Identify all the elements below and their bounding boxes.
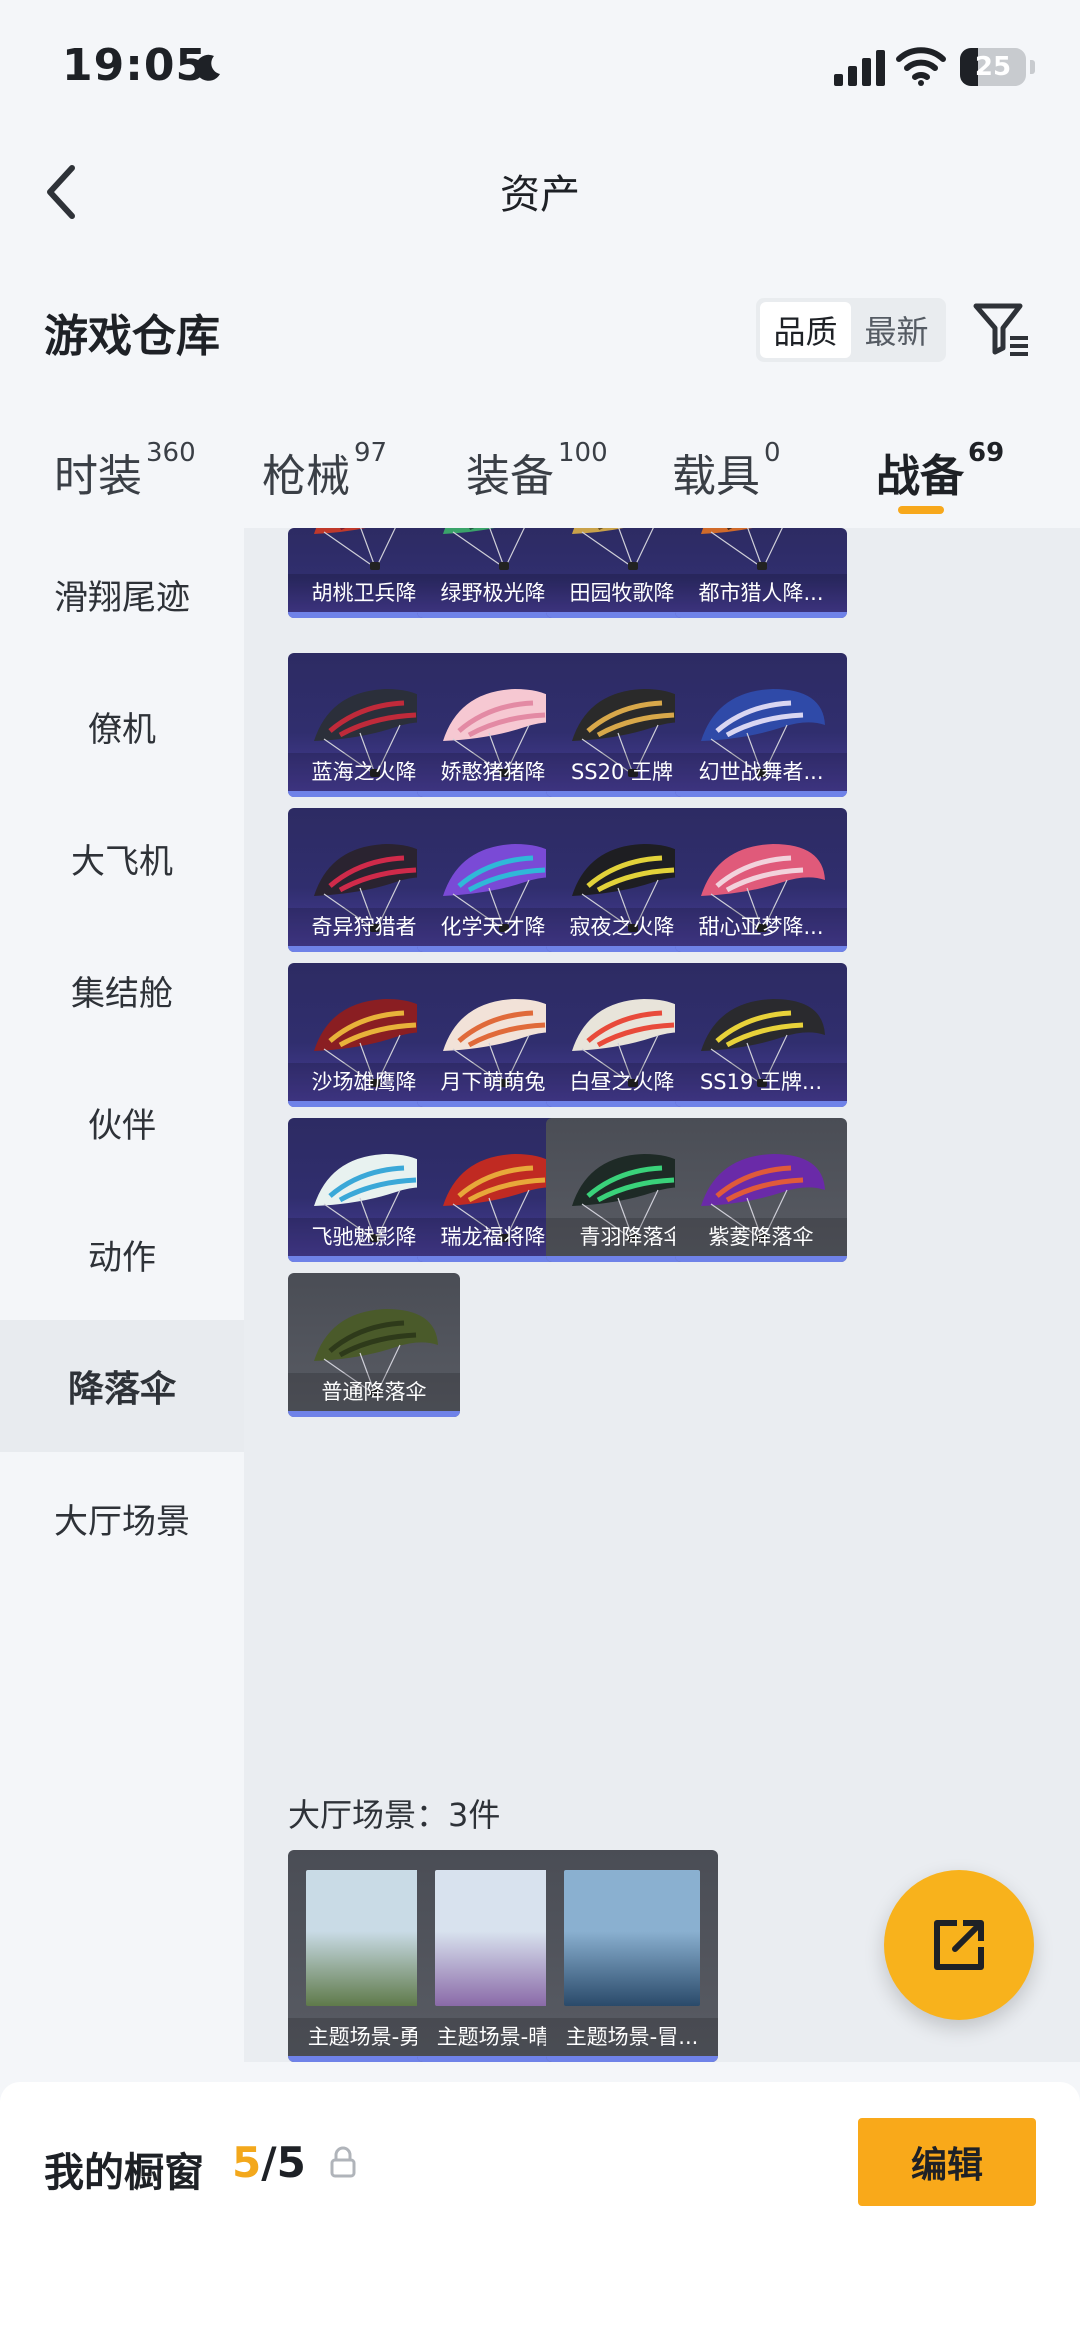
- nav-item-pod[interactable]: 集结舱: [0, 924, 244, 1056]
- filter-icon[interactable]: [972, 300, 1032, 358]
- nav-item-companion[interactable]: 伙伴: [0, 1056, 244, 1188]
- wifi-icon: [896, 47, 946, 86]
- nav-item-emote[interactable]: 动作: [0, 1188, 244, 1320]
- parachute-name: 甜心亚梦降...: [675, 908, 847, 946]
- card-accent-bar: [288, 1411, 460, 1417]
- share-icon: [934, 1920, 984, 1970]
- parachute-card[interactable]: 幻世战舞者...: [675, 653, 847, 797]
- nav-item-wingman[interactable]: 僚机: [0, 660, 244, 792]
- tab-weapons[interactable]: 枪械 97: [262, 438, 387, 504]
- tab-equipment[interactable]: 装备 100: [466, 438, 608, 504]
- parachute-name: SS19 王牌...: [675, 1063, 847, 1101]
- parachute-name: 普通降落伞: [288, 1373, 460, 1411]
- status-time: 19:05: [62, 40, 208, 91]
- card-accent-bar: [675, 1256, 847, 1262]
- battery-indicator: 25: [960, 48, 1026, 86]
- lobby-group-title: 大厅场景：3件: [288, 1796, 501, 1834]
- sort-quality-option[interactable]: 品质: [760, 302, 851, 358]
- parachute-card[interactable]: 普通降落伞: [288, 1273, 460, 1417]
- parachute-card[interactable]: SS19 王牌...: [675, 963, 847, 1107]
- scene-thumbnail: [564, 1870, 700, 2006]
- scene-name: 主题场景-冒...: [546, 2018, 718, 2056]
- parachute-name: 紫菱降落伞: [675, 1218, 847, 1256]
- showcase-label: 我的橱窗: [44, 2150, 204, 2196]
- nav-item-big-plane[interactable]: 大飞机: [0, 792, 244, 924]
- battery-percent: 25: [974, 52, 1012, 82]
- parachute-card[interactable]: 紫菱降落伞: [675, 1118, 847, 1262]
- status-bar: 19:05 25: [0, 0, 1080, 130]
- tab-fashion[interactable]: 时装 360: [54, 438, 196, 504]
- tab-vehicles[interactable]: 载具 0: [672, 438, 781, 504]
- lock-icon: [330, 2146, 356, 2178]
- battery-tip: [1030, 60, 1035, 74]
- nav-item-parachute[interactable]: 降落伞: [0, 1320, 244, 1452]
- parachute-name: 都市猎人降...: [675, 574, 847, 612]
- share-button[interactable]: [884, 1870, 1034, 2020]
- parachute-name: 幻世战舞者...: [675, 753, 847, 791]
- side-nav: 滑翔尾迹 僚机 大飞机 集结舱 伙伴 动作 降落伞 大厅场景: [0, 528, 244, 2062]
- nav-item-glide-trail[interactable]: 滑翔尾迹: [0, 528, 244, 660]
- card-accent-bar: [675, 1101, 847, 1107]
- sort-toggle: 品质 最新: [756, 298, 946, 362]
- sort-newest-option[interactable]: 最新: [851, 302, 942, 358]
- card-accent-bar: [675, 612, 847, 618]
- signal-icon: [834, 50, 885, 86]
- parachute-card[interactable]: 都市猎人降...: [675, 528, 847, 618]
- tab-combat-gear[interactable]: 战备 69: [876, 438, 1004, 504]
- showcase-bar: 我的橱窗 5/5 编辑: [0, 2082, 1080, 2337]
- card-accent-bar: [675, 791, 847, 797]
- card-accent-bar: [546, 2056, 718, 2062]
- edit-button[interactable]: 编辑: [858, 2118, 1036, 2206]
- card-accent-bar: [675, 946, 847, 952]
- tab-active-indicator: [898, 506, 944, 514]
- moon-icon: [195, 54, 220, 81]
- lobby-scene-card[interactable]: 主题场景-冒...: [546, 1850, 718, 2062]
- showcase-count: 5/5: [232, 2138, 306, 2187]
- section-title: 游戏仓库: [44, 311, 220, 362]
- parachute-card[interactable]: 甜心亚梦降...: [675, 808, 847, 952]
- category-tabs: 时装 360 枪械 97 装备 100 载具 0 战备 69: [0, 430, 1080, 530]
- page-title: 资产: [500, 172, 580, 218]
- nav-item-lobby-scene[interactable]: 大厅场景: [0, 1452, 244, 1584]
